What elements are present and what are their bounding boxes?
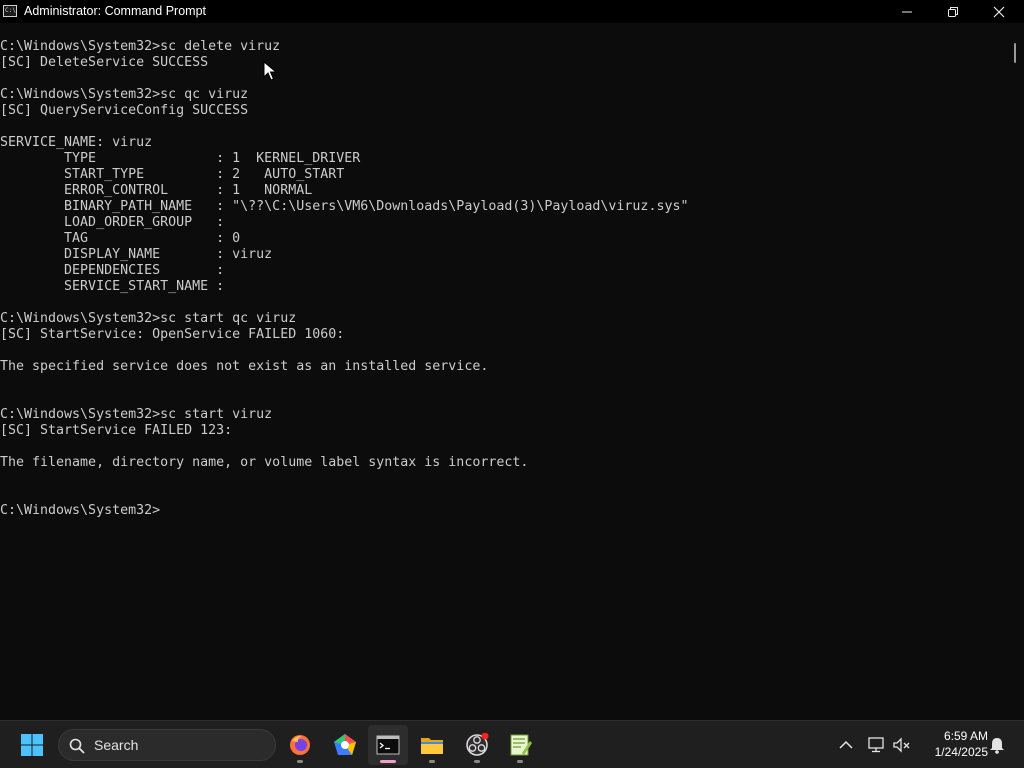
console-line: DISPLAY_NAME : viruz (0, 247, 273, 262)
clock-date: 1/24/2025 (934, 745, 988, 759)
minimize-icon (902, 11, 912, 13)
firefox-icon (290, 735, 310, 755)
console-line: The specified service does not exist as … (0, 359, 489, 374)
console-line: TYPE : 1 KERNEL_DRIVER (0, 151, 361, 166)
taskbar-app-firefox[interactable] (280, 725, 320, 765)
console-line: The filename, directory name, or volume … (0, 455, 529, 470)
mouse-pointer-icon (263, 61, 277, 81)
console-line: C:\Windows\System32>sc start viruz (0, 407, 273, 422)
command-prompt-icon (376, 735, 400, 755)
notification-bell-icon[interactable] (987, 735, 1007, 755)
file-explorer-icon (421, 738, 443, 754)
console-line: TAG : 0 (0, 231, 241, 246)
console-line: C:\Windows\System32>sc qc viruz (0, 87, 249, 102)
chevron-up-icon[interactable] (836, 735, 856, 755)
clock-time: 6:59 AM (943, 729, 988, 743)
vertical-scrollbar[interactable] (1004, 23, 1024, 720)
console-line: [SC] QueryServiceConfig SUCCESS (0, 103, 249, 118)
network-icon[interactable] (867, 735, 887, 755)
close-icon (993, 6, 1005, 18)
taskbar-app-notepad-plus-plus[interactable] (500, 725, 540, 765)
volume-muted-icon[interactable] (892, 735, 912, 755)
restore-icon (948, 7, 958, 17)
taskbar-clock[interactable]: 6:59 AM 1/24/2025 (918, 728, 988, 760)
chromium-browser-icon (334, 734, 356, 755)
console-line: LOAD_ORDER_GROUP : (0, 215, 225, 230)
console-line: BINARY_PATH_NAME : "\??\C:\Users\VM6\Dow… (0, 199, 689, 214)
taskbar-search-box[interactable]: Search (58, 729, 276, 761)
search-icon (69, 738, 85, 754)
console-line: DEPENDENCIES : (0, 263, 225, 278)
running-indicator (517, 760, 523, 763)
restore-button[interactable] (930, 0, 976, 23)
scrollbar-thumb[interactable] (1014, 43, 1016, 63)
window-title: Administrator: Command Prompt (24, 4, 207, 18)
console-line: SERVICE_NAME: viruz (0, 135, 153, 150)
console-line: C:\Windows\System32>sc delete viruz (0, 39, 281, 54)
running-indicator (474, 760, 480, 763)
taskbar-app-file-explorer[interactable] (412, 725, 452, 765)
console-line: [SC] StartService FAILED 123: (0, 423, 233, 438)
minimize-button[interactable] (884, 0, 930, 23)
notepad-plus-plus-icon (510, 734, 532, 756)
taskbar-app-obs[interactable] (457, 725, 497, 765)
start-button[interactable] (12, 725, 52, 765)
taskbar-app-command-prompt[interactable] (368, 725, 408, 765)
console-line: START_TYPE : 2 AUTO_START (0, 167, 345, 182)
obs-studio-icon (466, 733, 489, 756)
command-prompt-icon: C:\ (3, 5, 17, 17)
active-indicator (380, 760, 396, 763)
console-line: [SC] DeleteService SUCCESS (0, 55, 209, 70)
search-label: Search (94, 737, 139, 753)
title-bar[interactable]: C:\ Administrator: Command Prompt (0, 0, 1024, 23)
console-line: [SC] StartService: OpenService FAILED 10… (0, 327, 345, 342)
console-line: SERVICE_START_NAME : (0, 279, 225, 294)
close-button[interactable] (976, 0, 1022, 23)
windows-start-icon (21, 734, 43, 756)
console-line: ERROR_CONTROL : 1 NORMAL (0, 183, 313, 198)
taskbar: Search 6:59 AM 1/24/2025 (0, 720, 1024, 768)
console-text: C:\Windows\System32>sc delete viruz [SC] … (0, 39, 688, 519)
console-line: C:\Windows\System32>sc start qc viruz (0, 311, 297, 326)
console-output-area[interactable]: C:\Windows\System32>sc delete viruz [SC] … (0, 23, 1004, 720)
command-prompt-line[interactable]: C:\Windows\System32> (0, 503, 688, 519)
taskbar-app-browser[interactable] (325, 725, 365, 765)
running-indicator (429, 760, 435, 763)
running-indicator (297, 760, 303, 763)
